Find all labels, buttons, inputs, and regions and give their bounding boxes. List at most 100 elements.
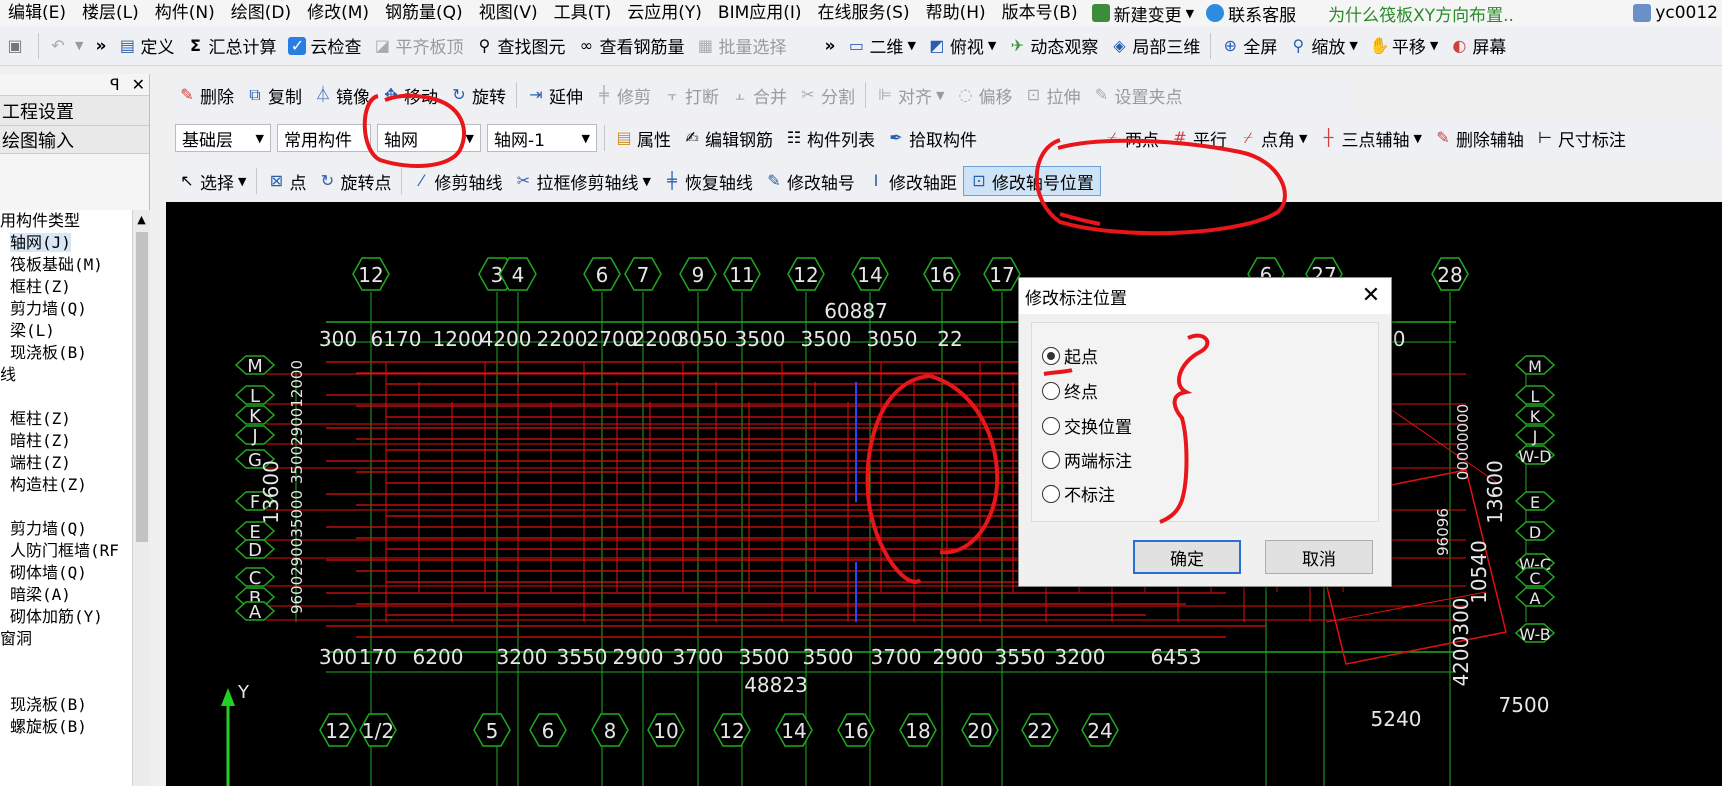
nav-drawing-input[interactable]: 绘图输入: [0, 126, 149, 154]
menu-item[interactable]: 编辑(E): [0, 0, 74, 26]
tree-category[interactable]: 线: [0, 364, 132, 386]
split-button[interactable]: ✂ 分割: [793, 80, 861, 110]
radio-end[interactable]: 终点: [1042, 378, 1098, 403]
cloud-check-button[interactable]: ✓ 云检查: [282, 31, 367, 61]
sum-button[interactable]: Σ 汇总计算: [180, 31, 282, 61]
tree-item[interactable]: 砌体加筋(Y): [0, 606, 132, 628]
align-dropdown[interactable]: ⊫ 对齐 ▼: [870, 80, 950, 110]
two-point-button[interactable]: ⌿ 两点: [1097, 123, 1165, 153]
screen-button[interactable]: ◐ 屏幕: [1444, 31, 1512, 61]
news-link[interactable]: 为什么筏板XY方向布置..: [1328, 1, 1514, 26]
trim-button[interactable]: ╪ 修剪: [589, 80, 657, 110]
edit-axis-number-button[interactable]: ✎ 修改轴号: [759, 166, 861, 196]
undo-button[interactable]: ↶ ▼: [43, 31, 89, 61]
tree-item[interactable]: 暗梁(A): [0, 584, 132, 606]
tree-item[interactable]: 轴网(J): [0, 232, 132, 254]
menu-item[interactable]: 视图(V): [471, 0, 546, 26]
point-angle-dropdown[interactable]: ⌿ 点角 ▼: [1233, 123, 1313, 153]
tree-item[interactable]: 现浇板(B): [0, 342, 132, 364]
edit-axis-distance-button[interactable]: Ⅰ 修改轴距: [861, 166, 963, 196]
delete-button[interactable]: ✎ 删除: [172, 80, 240, 110]
parallel-button[interactable]: # 平行: [1165, 123, 1233, 153]
close-icon[interactable]: ✕: [1351, 278, 1391, 314]
pan-dropdown[interactable]: ✋ 平移 ▼: [1364, 31, 1444, 61]
tree-item[interactable]: 框柱(Z): [0, 276, 132, 298]
copy-button[interactable]: ⧉ 复制: [240, 80, 308, 110]
dynamic-view-button[interactable]: ✈ 动态观察: [1002, 31, 1104, 61]
menu-item[interactable]: 绘图(D): [223, 0, 299, 26]
menu-item[interactable]: 版本号(B): [994, 0, 1086, 26]
tree-category[interactable]: 用构件类型: [0, 210, 132, 232]
radio-both[interactable]: 两端标注: [1042, 447, 1132, 472]
cancel-button[interactable]: 取消: [1265, 540, 1373, 574]
box-trim-axis-dropdown[interactable]: ✂ 拉框修剪轴线 ▼: [508, 166, 656, 196]
radio-start[interactable]: 起点: [1042, 343, 1098, 368]
pick-component-button[interactable]: ✒ 拾取构件: [881, 123, 983, 153]
tree-category[interactable]: 窗洞: [0, 628, 132, 650]
merge-button[interactable]: ⫠ 合并: [725, 80, 793, 110]
grip-button[interactable]: ✎ 设置夹点: [1086, 80, 1188, 110]
local-3d-button[interactable]: ◈ 局部三维: [1104, 31, 1206, 61]
menu-item[interactable]: 在线服务(S): [810, 0, 918, 26]
component-type-select[interactable]: 轴网 ▼: [377, 124, 481, 152]
menu-item[interactable]: 构件(N): [147, 0, 223, 26]
tree-item[interactable]: 梁(L): [0, 320, 132, 342]
tree-item[interactable]: 剪力墙(Q): [0, 518, 132, 540]
fullscreen-button[interactable]: ⊕ 全屏: [1215, 31, 1283, 61]
stretch-button[interactable]: ⊡ 拉伸: [1018, 80, 1086, 110]
flat-roof-button[interactable]: ◪ 平齐板顶: [367, 31, 469, 61]
tree-item[interactable]: 端柱(Z): [0, 452, 132, 474]
tree-item[interactable]: 螺旋板(B): [0, 716, 132, 738]
dimension-button[interactable]: ⊢ 尺寸标注: [1530, 123, 1632, 153]
pin-icon[interactable]: ꟼ: [110, 75, 120, 94]
define-button[interactable]: ▤ 定义: [112, 31, 180, 61]
batch-select-button[interactable]: ▦ 批量选择: [690, 31, 792, 61]
tree-item[interactable]: 现浇板(B): [0, 694, 132, 716]
tree-item[interactable]: 人防门框墙(RF: [0, 540, 132, 562]
common-component-select[interactable]: 常用构件: [277, 124, 371, 152]
menu-item[interactable]: 工具(T): [546, 0, 620, 26]
rotate-point-button[interactable]: ↻ 旋转点: [312, 166, 397, 196]
select-dropdown[interactable]: ↖ 选择 ▼: [172, 166, 252, 196]
edit-axis-position-button[interactable]: ⊡ 修改轴号位置: [962, 166, 1101, 196]
trim-axis-button[interactable]: ⁄ 修剪轴线: [406, 166, 508, 196]
menu-item[interactable]: 楼层(L): [74, 0, 147, 26]
tree-item[interactable]: 筏板基础(M): [0, 254, 132, 276]
tree-item[interactable]: 剪力墙(Q): [0, 298, 132, 320]
three-point-aux-dropdown[interactable]: ┼ 三点辅轴 ▼: [1313, 123, 1427, 153]
radio-swap[interactable]: 交换位置: [1042, 413, 1132, 438]
floor-select[interactable]: 基础层 ▼: [175, 124, 271, 152]
scroll-thumb[interactable]: [136, 232, 148, 542]
toolbar-overflow[interactable]: »: [818, 31, 841, 61]
delete-aux-button[interactable]: ✎ 删除辅轴: [1428, 123, 1530, 153]
zoom-dropdown[interactable]: ⚲ 缩放 ▼: [1283, 31, 1363, 61]
view-2d-dropdown[interactable]: ▭ 二维 ▼: [841, 31, 921, 61]
menu-item[interactable]: 云应用(Y): [619, 0, 710, 26]
properties-button[interactable]: ▤ 属性: [609, 123, 677, 153]
menu-item[interactable]: 钢筋量(Q): [377, 0, 471, 26]
nav-project-settings[interactable]: 工程设置: [0, 96, 149, 126]
tree-item[interactable]: 砌体墙(Q): [0, 562, 132, 584]
drawing-canvas[interactable]: 12 3 4 6 7 9 11 12 14 16 17 6 27 28 M L K J G F E D C B A M L K J W-D…: [166, 202, 1722, 786]
save-button[interactable]: ▣: [0, 31, 34, 61]
tree-item[interactable]: 框柱(Z): [0, 408, 132, 430]
view-rebar-button[interactable]: ∞ 查看钢筋量: [571, 31, 690, 61]
support-button[interactable]: 联系客服: [1200, 1, 1302, 26]
edit-rebar-button[interactable]: ✍ 编辑钢筋: [677, 123, 779, 153]
ok-button[interactable]: 确定: [1133, 540, 1241, 574]
tree-item[interactable]: 构造柱(Z): [0, 474, 132, 496]
tree-item[interactable]: 暗柱(Z): [0, 430, 132, 452]
close-icon[interactable]: ✕: [132, 75, 145, 94]
extend-button[interactable]: ⇥ 延伸: [521, 80, 589, 110]
rotate-button[interactable]: ↻ 旋转: [444, 80, 512, 110]
user-account[interactable]: yc0012: [1633, 3, 1722, 23]
tree-scrollbar[interactable]: ▲: [132, 210, 150, 786]
toolbar-overflow[interactable]: »: [89, 31, 112, 61]
new-change-button[interactable]: 新建变更 ▼: [1086, 1, 1200, 26]
component-list-button[interactable]: ☷ 构件列表: [779, 123, 881, 153]
top-view-dropdown[interactable]: ◩ 俯视 ▼: [922, 31, 1002, 61]
scroll-up-icon[interactable]: ▲: [133, 210, 150, 230]
move-button[interactable]: ✥ 移动: [376, 80, 444, 110]
find-button[interactable]: ⚲ 查找图元: [469, 31, 571, 61]
mirror-button[interactable]: ⏃ 镜像: [308, 80, 376, 110]
